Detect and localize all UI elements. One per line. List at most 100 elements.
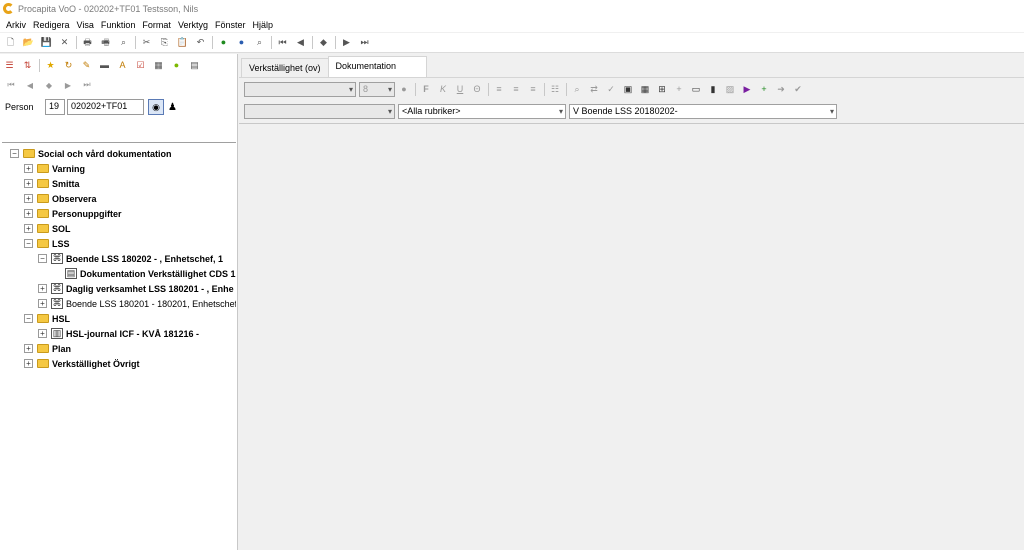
category-select[interactable]: ▾ — [244, 104, 395, 119]
expand-icon[interactable]: + — [24, 209, 33, 218]
expand-icon[interactable]: + — [24, 359, 33, 368]
person-search-button[interactable]: ◉ — [148, 99, 164, 115]
forward-icon[interactable]: ➜ — [775, 83, 787, 95]
collapse-icon[interactable]: − — [24, 314, 33, 323]
tree-item[interactable]: + ▥ HSL-journal ICF - KVÅ 181216 - — [2, 326, 236, 341]
collapse-icon[interactable]: − — [38, 254, 47, 263]
save-icon[interactable]: 💾 — [40, 36, 53, 49]
expand-icon[interactable]: + — [24, 224, 33, 233]
text-color-icon[interactable]: ● — [398, 83, 410, 95]
align-center-icon[interactable]: ≡ — [510, 83, 522, 95]
insert-symbol-icon[interactable]: + — [673, 83, 685, 95]
menu-hjalp[interactable]: Hjälp — [250, 20, 278, 30]
template-icon[interactable]: ▭ — [690, 83, 702, 95]
tree-item[interactable]: − LSS — [2, 236, 236, 251]
print-icon[interactable]: 🖶 — [81, 36, 94, 49]
insert-image-icon[interactable]: ▣ — [622, 83, 634, 95]
expand-icon[interactable]: + — [38, 284, 47, 293]
expand-icon[interactable]: + — [24, 179, 33, 188]
menu-visa[interactable]: Visa — [75, 20, 99, 30]
copy-icon[interactable]: ⎘ — [158, 36, 171, 49]
tree-item[interactable]: + Smitta — [2, 176, 236, 191]
font-size-select[interactable]: 8 ▾ — [359, 81, 395, 97]
open-folder-icon[interactable]: 📂 — [22, 36, 35, 49]
undo-icon[interactable]: ↶ — [194, 36, 207, 49]
collapse-icon[interactable]: − — [24, 239, 33, 248]
tree-root[interactable]: − Social och vård dokumentation — [2, 146, 236, 161]
tree-item[interactable]: + Varning — [2, 161, 236, 176]
tree-item[interactable]: + Plan — [2, 341, 236, 356]
insert-table-icon[interactable]: ▦ — [639, 83, 651, 95]
menu-redigera[interactable]: Redigera — [31, 20, 75, 30]
refresh-icon[interactable]: ↻ — [62, 59, 75, 72]
bullet-list-icon[interactable]: ☷ — [549, 83, 561, 95]
menu-funktion[interactable]: Funktion — [99, 20, 141, 30]
chart-icon[interactable]: ▤ — [188, 59, 201, 72]
tree-item[interactable]: + ⌘ Boende LSS 180201 - 180201, Enhetsch… — [2, 296, 236, 311]
tab-dokumentation[interactable]: Dokumentation — [327, 56, 427, 77]
help-icon[interactable]: ● — [235, 36, 248, 49]
tree-item[interactable]: + ⌘ Daglig verksamhet LSS 180201 - , Enh… — [2, 281, 236, 296]
rubrik-select[interactable]: <Alla rubriker> ▾ — [398, 104, 566, 119]
new-document-icon[interactable]: 🗋 — [4, 36, 17, 49]
tree-item[interactable]: ▤ Dokumentation Verkställighet CDS 1 — [2, 266, 236, 281]
search-help-icon[interactable]: ⌕ — [253, 36, 266, 49]
expand-icon[interactable]: + — [24, 194, 33, 203]
font-name-select[interactable]: ▾ — [244, 81, 356, 97]
next-icon[interactable]: ▶ — [62, 79, 74, 91]
play-icon[interactable]: ▶ — [741, 83, 753, 95]
expand-icon[interactable]: + — [38, 329, 47, 338]
calendar-icon[interactable]: ▦ — [152, 59, 165, 72]
attachment-icon[interactable]: ▨ — [724, 83, 736, 95]
bold-icon[interactable]: F — [420, 83, 432, 95]
align-right-icon[interactable]: ≡ — [527, 83, 539, 95]
document-content-area[interactable] — [239, 126, 1024, 550]
menu-format[interactable]: Format — [140, 20, 176, 30]
verkstallighet-select[interactable]: V Boende LSS 20180202- ▾ — [569, 104, 837, 119]
prev-icon[interactable]: ◀ — [24, 79, 36, 91]
tree-item[interactable]: − ⌘ Boende LSS 180202 - , Enhetschef, 1 — [2, 251, 236, 266]
menu-verktyg[interactable]: Verktyg — [176, 20, 213, 30]
insert-field-icon[interactable]: ⊞ — [656, 83, 668, 95]
tree-item[interactable]: + Verkställighet Övrigt — [2, 356, 236, 371]
note-icon[interactable]: ✎ — [80, 59, 93, 72]
person-century-field[interactable]: 19 — [45, 99, 65, 115]
green-circle-icon[interactable]: ● — [170, 59, 183, 72]
tree-item[interactable]: + SOL — [2, 221, 236, 236]
cut-icon[interactable]: ✂ — [140, 36, 153, 49]
previous-record-icon[interactable]: ◀ — [294, 36, 307, 49]
next-record-icon[interactable]: ▶ — [340, 36, 353, 49]
star-icon[interactable]: ★ — [44, 59, 57, 72]
checklist-icon[interactable]: ☑ — [134, 59, 147, 72]
expand-icon[interactable]: + — [24, 164, 33, 173]
sort-icon[interactable]: ⇅ — [21, 59, 34, 72]
tree-item[interactable]: + Observera — [2, 191, 236, 206]
current-icon[interactable]: ◆ — [43, 79, 55, 91]
info-icon[interactable]: ● — [217, 36, 230, 49]
align-left-icon[interactable]: ≡ — [493, 83, 505, 95]
first-icon[interactable]: ⏮ — [5, 79, 17, 91]
expand-icon[interactable]: + — [38, 299, 47, 308]
spellcheck-icon[interactable]: ✓ — [605, 83, 617, 95]
delete-icon[interactable]: ✕ — [58, 36, 71, 49]
menu-arkiv[interactable]: Arkiv — [4, 20, 31, 30]
list-icon[interactable]: ☰ — [3, 59, 16, 72]
print-preview-icon[interactable]: 🖷 — [99, 36, 112, 49]
binoculars-icon[interactable]: ⌕ — [117, 36, 130, 49]
person-icon[interactable]: ♟ — [168, 102, 177, 113]
person-id-field[interactable]: 020202+TF01 — [67, 99, 144, 115]
block-icon[interactable]: ▬ — [98, 59, 111, 72]
collapse-icon[interactable]: − — [10, 149, 19, 158]
current-record-icon[interactable]: ◆ — [317, 36, 330, 49]
add-entry-icon[interactable]: + — [758, 83, 770, 95]
check-circle-icon[interactable]: ✔ — [792, 83, 804, 95]
tab-verkstallighet[interactable]: Verkställighet (ov) — [241, 58, 329, 77]
paste-icon[interactable]: 📋 — [176, 36, 189, 49]
last-icon[interactable]: ⏭ — [81, 79, 93, 91]
tree-item[interactable]: + Personuppgifter — [2, 206, 236, 221]
menu-fonster[interactable]: Fönster — [213, 20, 251, 30]
italic-icon[interactable]: K — [437, 83, 449, 95]
last-record-icon[interactable]: ⏭ — [358, 36, 371, 49]
replace-icon[interactable]: ⇄ — [588, 83, 600, 95]
format-a-icon[interactable]: A — [116, 59, 129, 72]
